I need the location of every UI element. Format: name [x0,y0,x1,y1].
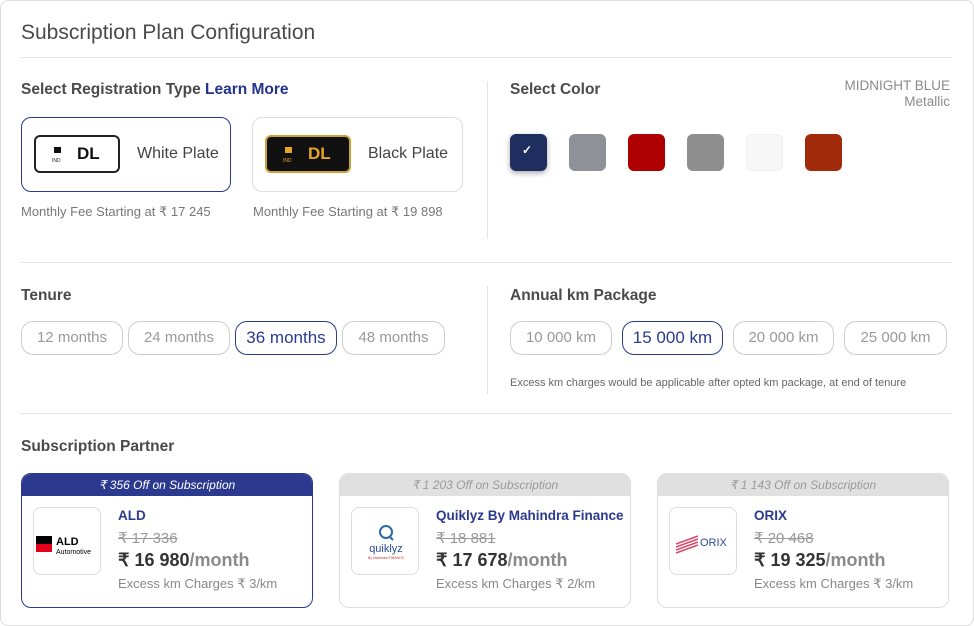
excess-km-charges: Excess km Charges ₹ 3/km [754,576,914,591]
partner-name: ALD [118,508,146,523]
subscription-config-card: Subscription Plan Configuration Select R… [0,0,974,626]
original-price: ₹ 20 468 [754,530,814,547]
partner-card-quiklyz[interactable]: ₹ 1 203 Off on Subscription quiklyz By M… [339,473,631,608]
tenure-label: Tenure [21,287,72,304]
partner-name: Quiklyz By Mahindra Finance [436,508,624,523]
selected-color-finish: Metallic [904,94,950,109]
discount-banner: ₹ 356 Off on Subscription [22,474,312,496]
check-icon: ✓ [522,143,533,157]
km-option-20000[interactable]: 20 000 km [733,321,834,355]
excess-km-note: Excess km charges would be applicable af… [510,377,907,389]
ald-automotive-logo: ALD Automotive [33,507,101,575]
monthly-price: ₹ 19 325/month [754,550,886,570]
color-swatch-red[interactable] [628,134,665,171]
svg-text:quiklyz: quiklyz [369,543,403,555]
learn-more-link[interactable]: Learn More [205,81,289,99]
svg-text:ALD: ALD [56,536,79,548]
vertical-divider [487,286,488,394]
original-price: ₹ 17 336 [118,530,178,547]
white-plate-label: White Plate [137,145,219,162]
vertical-divider [487,81,488,239]
divider [21,413,952,414]
original-price: ₹ 18 881 [436,530,496,547]
svg-text:ORIX: ORIX [700,537,728,549]
km-option-15000[interactable]: 15 000 km [622,321,723,355]
monthly-price: ₹ 16 980/month [118,550,250,570]
color-swatch-white[interactable] [746,134,783,171]
tenure-option-36[interactable]: 36 months [235,321,337,355]
subscription-partner-label: Subscription Partner [21,438,175,455]
selected-color-title: MIDNIGHT BLUE [844,78,950,93]
black-plate-icon: IND DL [265,135,351,173]
annual-km-label: Annual km Package [510,287,657,304]
white-plate-icon: IND DL [34,135,120,173]
partner-card-ald[interactable]: ₹ 356 Off on Subscription ALD Automotive… [21,473,313,608]
color-swatch-silver[interactable] [687,134,724,171]
km-option-10000[interactable]: 10 000 km [510,321,612,355]
white-plate-option[interactable]: IND DL White Plate [21,117,231,192]
color-swatch-midnight-blue[interactable]: ✓ [510,134,547,171]
tenure-option-24[interactable]: 24 months [128,321,230,355]
color-swatch-orange-red[interactable] [805,134,842,171]
orix-logo: ORIX [669,507,737,575]
selected-color-name: MIDNIGHT BLUE Metallic [844,78,950,110]
km-option-25000[interactable]: 25 000 km [844,321,947,355]
discount-banner: ₹ 1 203 Off on Subscription [340,474,630,496]
monthly-price: ₹ 17 678/month [436,550,568,570]
black-plate-fee: Monthly Fee Starting at ₹ 19 898 [253,204,443,219]
svg-text:Automotive: Automotive [56,549,91,556]
quiklyz-logo: quiklyz By Mahindra FINANCE [351,507,419,575]
white-plate-fee: Monthly Fee Starting at ₹ 17 245 [21,204,211,219]
discount-banner: ₹ 1 143 Off on Subscription [658,474,948,496]
tenure-option-48[interactable]: 48 months [342,321,445,355]
black-plate-option[interactable]: IND DL Black Plate [252,117,463,192]
page-title: Subscription Plan Configuration [21,21,316,44]
tenure-option-12[interactable]: 12 months [21,321,123,355]
black-plate-label: Black Plate [368,145,449,162]
divider [21,262,952,263]
color-swatch-grey[interactable] [569,134,606,171]
partner-name: ORIX [754,508,788,523]
excess-km-charges: Excess km Charges ₹ 3/km [118,576,278,591]
partner-card-orix[interactable]: ₹ 1 143 Off on Subscription ORIX ORIX ₹ … [657,473,949,608]
divider [21,57,952,58]
registration-type-label: Select Registration Type [21,81,201,98]
svg-text:By Mahindra FINANCE: By Mahindra FINANCE [368,556,405,560]
excess-km-charges: Excess km Charges ₹ 2/km [436,576,596,591]
select-color-label: Select Color [510,81,601,98]
